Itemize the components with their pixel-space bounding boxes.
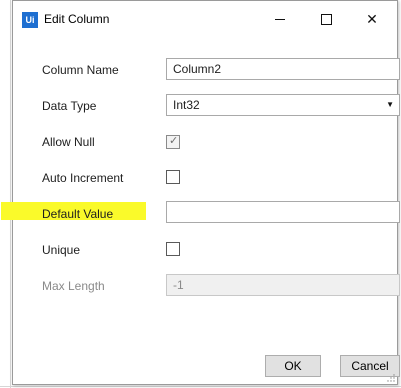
default-value-input[interactable]	[166, 201, 400, 223]
uipath-app-icon: Ui	[22, 12, 38, 28]
max-length-label: Max Length	[42, 279, 105, 293]
auto-increment-checkbox[interactable]	[166, 170, 180, 184]
resize-grip-icon[interactable]	[387, 374, 395, 382]
data-type-label: Data Type	[42, 99, 97, 113]
minimize-button[interactable]	[257, 1, 303, 37]
title-bar[interactable]: Ui Edit Column ✕	[13, 1, 397, 39]
background-edge-bottom	[0, 386, 401, 387]
auto-increment-label: Auto Increment	[42, 171, 124, 185]
background-edge-left	[10, 0, 11, 388]
maximize-icon	[320, 13, 332, 25]
close-button[interactable]: ✕	[349, 1, 395, 37]
close-icon: ✕	[366, 10, 378, 27]
column-name-label: Column Name	[42, 63, 119, 77]
allow-null-checkbox[interactable]: ✓	[166, 135, 180, 149]
ok-button[interactable]: OK	[265, 355, 321, 377]
checkmark-icon: ✓	[169, 135, 179, 147]
minimize-icon	[275, 18, 285, 20]
column-name-input[interactable]: Column2	[166, 58, 400, 80]
chevron-down-icon: ▼	[386, 100, 394, 109]
max-length-input[interactable]: -1	[166, 274, 400, 296]
data-type-select[interactable]: Int32 ▼	[166, 94, 400, 116]
unique-label: Unique	[42, 243, 81, 257]
data-type-value: Int32	[173, 98, 200, 112]
allow-null-label: Allow Null	[42, 135, 95, 149]
dialog-title: Edit Column	[44, 12, 110, 26]
unique-checkbox[interactable]	[166, 242, 180, 256]
maximize-button[interactable]	[303, 1, 349, 37]
default-value-label: Default Value	[42, 207, 114, 221]
edit-column-dialog: Ui Edit Column ✕ Column Name Column2 Dat…	[1, 0, 400, 385]
